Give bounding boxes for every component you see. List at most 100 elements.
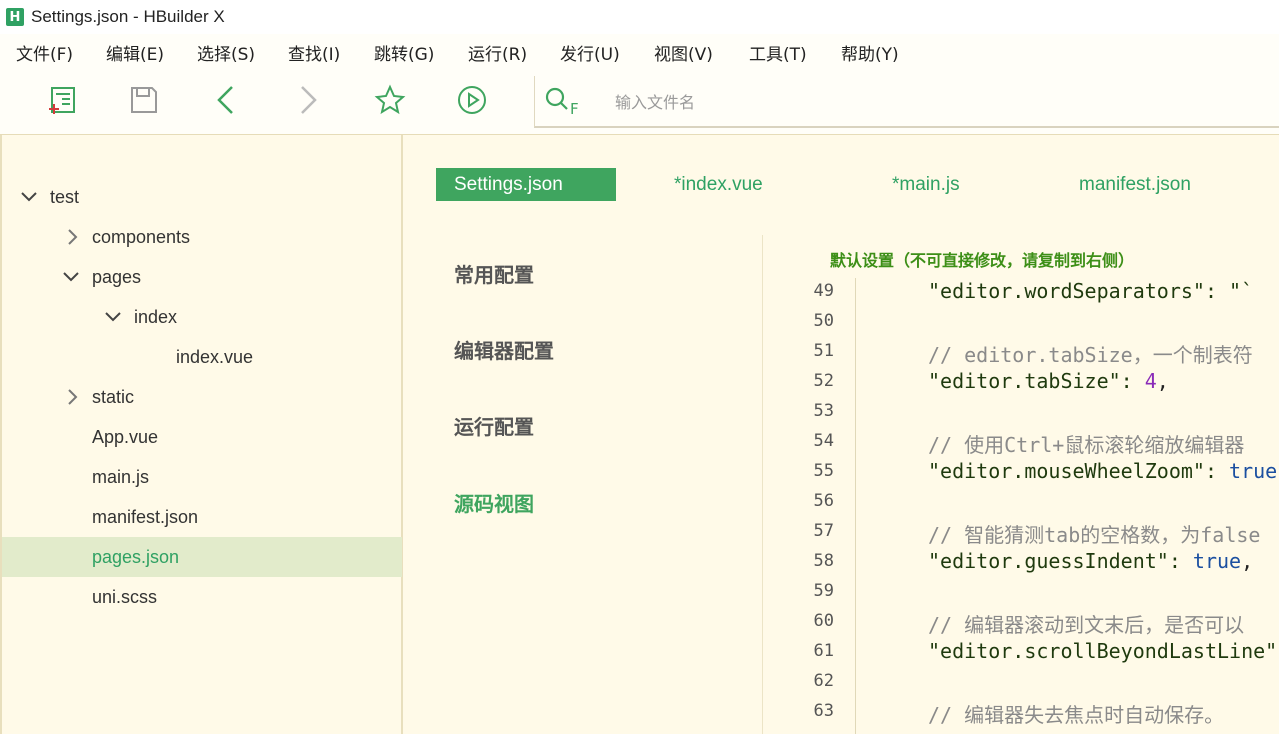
code-line: 60 // 编辑器滚动到文末后，是否可以 [764,607,1279,637]
tree-item-main-js[interactable]: main.js [2,457,402,497]
tree-item-manifest-json[interactable]: manifest.json [2,497,402,537]
menu-bar: 文件(F) 编辑(E) 选择(S) 查找(I) 跳转(G) 运行(R) 发行(U… [0,34,1279,68]
code-line: 58 "editor.guessIndent": true, [764,547,1279,577]
menu-publish[interactable]: 发行(U) [560,40,620,65]
line-number: 55 [813,461,834,481]
chevron-right-icon[interactable] [64,228,82,246]
settings-nav-common[interactable]: 常用配置 [454,259,534,288]
menu-help[interactable]: 帮助(Y) [841,40,899,65]
window-title: Settings.json - HBuilder X [31,7,225,26]
code-line: 49 "editor.wordSeparators": "` [764,277,1279,307]
line-number: 54 [813,431,834,451]
code-line: 51 // editor.tabSize，一个制表符 [764,337,1279,367]
menu-goto[interactable]: 跳转(G) [374,40,434,65]
code-punct: , [1156,369,1169,393]
file-search-input[interactable] [615,90,1115,114]
code-comment: // editor.tabSize，一个制表符 [928,343,1253,367]
tree-item-label: index.vue [176,346,254,367]
code-comment: // 智能猜测tab的空格数，为false [928,523,1261,547]
menu-select[interactable]: 选择(S) [197,40,255,65]
tree-item-label: pages [92,266,142,287]
chevron-right-icon[interactable] [64,388,82,406]
chevron-down-icon[interactable] [20,188,38,206]
code-comment: // 使用Ctrl+鼠标滚轮缩放编辑器 [928,433,1245,457]
menu-tools[interactable]: 工具(T) [749,40,807,65]
code-comment: // 编辑器失去焦点时自动保存。 [928,703,1225,727]
code-line: 55 "editor.mouseWheelZoom": true [764,457,1279,487]
line-number: 59 [813,581,834,601]
code-line: 54 // 使用Ctrl+鼠标滚轮缩放编辑器 [764,427,1279,457]
line-number: 62 [813,671,834,691]
menu-run[interactable]: 运行(R) [468,40,527,65]
tab-main-js[interactable]: *main.js [892,168,960,201]
tree-item-label: manifest.json [92,506,199,527]
line-number: 61 [813,641,834,661]
line-number: 53 [813,401,834,421]
new-file-icon[interactable] [46,84,78,116]
back-icon[interactable] [210,84,242,116]
tree-item-label: main.js [92,466,150,487]
tab-manifest-json[interactable]: manifest.json [1079,168,1191,201]
code-line: 61 "editor.scrollBeyondLastLine" [764,637,1279,667]
file-search-box: F [534,76,1279,128]
line-number: 56 [813,491,834,511]
code-text: "editor.tabSize": 4, [928,369,1169,393]
menu-edit[interactable]: 编辑(E) [106,40,164,65]
code-line: 56 [764,487,1279,517]
editor-area: Settings.json *index.vue *main.js manife… [404,135,1279,734]
tree-item-static[interactable]: static [2,377,402,417]
line-number: 63 [813,701,834,721]
code-boolean: true [1229,459,1278,483]
code-line: 57 // 智能猜测tab的空格数，为false [764,517,1279,547]
chevron-down-icon[interactable] [104,308,122,326]
favorite-star-icon[interactable] [374,84,406,116]
code-text: "editor.mouseWheelZoom": true [928,459,1277,483]
forward-icon[interactable] [292,84,324,116]
code-comment: // 编辑器滚动到文末后，是否可以 [928,613,1245,637]
code-number: 4 [1144,369,1157,393]
code-line: 63 // 编辑器失去焦点时自动保存。 [764,697,1279,727]
code-text: "editor.guessIndent": true, [928,549,1253,573]
line-number: 57 [813,521,834,541]
code-line: 52 "editor.tabSize": 4, [764,367,1279,397]
settings-nav-source-view[interactable]: 源码视图 [454,488,534,517]
project-tree: test components pages index index.vue st… [0,135,403,734]
code-line: 62 [764,667,1279,697]
line-number: 60 [813,611,834,631]
tree-item-label: index [134,306,178,327]
line-number: 52 [813,371,834,391]
menu-view[interactable]: 视图(V) [654,40,713,65]
tree-item-index-vue[interactable]: index.vue [2,337,402,377]
tree-item-uni-scss[interactable]: uni.scss [2,577,402,617]
menu-file[interactable]: 文件(F) [16,40,73,65]
code-key: "editor.tabSize": [928,369,1145,393]
tree-item-pages-json[interactable]: pages.json [2,537,402,577]
tree-item-index-folder[interactable]: index [2,297,402,337]
search-icon[interactable]: F [543,86,585,120]
tree-item-label: pages.json [92,546,180,567]
run-play-icon[interactable] [456,84,488,116]
settings-nav-editor[interactable]: 编辑器配置 [454,335,554,364]
code-line: 59 [764,577,1279,607]
tree-item-components[interactable]: components [2,217,402,257]
code-text: "editor.scrollBeyondLastLine" [928,639,1278,663]
search-mode-label: F [570,100,579,116]
tree-item-test[interactable]: test [2,177,402,217]
chevron-down-icon[interactable] [62,268,80,286]
save-icon[interactable] [128,84,160,116]
menu-find[interactable]: 查找(I) [288,40,340,65]
tree-item-label: App.vue [92,426,159,447]
tab-settings-json[interactable]: Settings.json [436,168,616,201]
code-text: "editor.wordSeparators": "` [928,279,1254,303]
tree-item-app-vue[interactable]: App.vue [2,417,402,457]
line-number: 49 [813,281,834,301]
code-boolean: true [1192,549,1242,573]
tab-index-vue[interactable]: *index.vue [674,168,763,201]
code-key: "editor.guessIndent": [928,549,1193,573]
line-number: 58 [813,551,834,571]
toolbar: F [0,68,1279,135]
tree-item-pages[interactable]: pages [2,257,402,297]
code-line: 53 [764,397,1279,427]
hbuilder-logo-icon: H [6,8,24,26]
settings-nav-run[interactable]: 运行配置 [454,411,534,440]
